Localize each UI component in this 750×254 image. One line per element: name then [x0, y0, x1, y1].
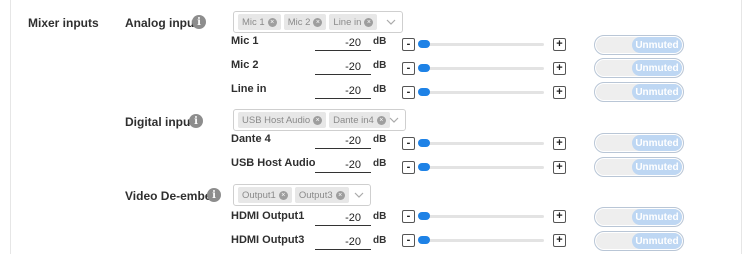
chevron-down-icon[interactable]	[389, 115, 399, 125]
remove-icon[interactable]: ×	[313, 115, 323, 125]
increase-button[interactable]: +	[553, 38, 566, 51]
decrease-button[interactable]: -	[402, 161, 415, 174]
mute-toggle-mic-1[interactable]: Unmuted	[594, 35, 684, 55]
chip-label: Output3	[298, 189, 333, 201]
chip-label: Mic 1	[242, 16, 265, 28]
decrease-button[interactable]: -	[402, 210, 415, 223]
mute-toggle-line-in[interactable]: Unmuted	[594, 82, 684, 102]
gain-input-hdmi-output1[interactable]	[315, 210, 371, 226]
unit-label: dB	[373, 84, 387, 95]
gain-slider-dante-4[interactable]	[420, 142, 544, 145]
remove-icon[interactable]: ×	[313, 17, 323, 27]
gain-slider-usb-host-audio[interactable]	[420, 166, 544, 169]
decrease-button[interactable]: -	[402, 38, 415, 51]
toggle-state-label: Unmuted	[632, 60, 682, 76]
unit-label: dB	[373, 235, 387, 246]
chip-output3: Output3 ×	[294, 187, 349, 203]
increase-button[interactable]: +	[553, 62, 566, 75]
mute-toggle-hdmi-output1[interactable]: Unmuted	[594, 207, 684, 227]
remove-icon[interactable]: ×	[278, 190, 288, 200]
chip-mic-2: Mic 2 ×	[283, 14, 327, 30]
mute-toggle-mic-2[interactable]: Unmuted	[594, 58, 684, 78]
analog-input-select[interactable]: Mic 1 × Mic 2 × Line in ×	[233, 11, 403, 33]
gain-input-hdmi-output3[interactable]	[315, 234, 371, 250]
chip-label: Line in	[333, 16, 362, 28]
unit-label: dB	[373, 60, 387, 71]
chip-mic-1: Mic 1 ×	[238, 14, 281, 30]
video-de-embed-select[interactable]: Output1 × Output3 ×	[233, 184, 371, 206]
toggle-state-label: Unmuted	[632, 159, 682, 175]
decrease-button[interactable]: -	[402, 62, 415, 75]
chevron-down-icon[interactable]	[386, 17, 396, 27]
gain-input-dante-4[interactable]	[315, 133, 371, 149]
slider-thumb[interactable]	[418, 40, 430, 48]
unit-label: dB	[373, 36, 387, 47]
toggle-state-label: Unmuted	[632, 84, 682, 100]
slider-thumb[interactable]	[418, 88, 430, 96]
gain-input-line-in[interactable]	[315, 83, 371, 99]
chip-usb-host-audio: USB Host Audio ×	[238, 112, 327, 128]
slider-thumb[interactable]	[418, 64, 430, 72]
remove-icon[interactable]: ×	[364, 17, 374, 27]
remove-icon[interactable]: ×	[267, 17, 277, 27]
channel-name-hdmi-output1: HDMI Output1	[231, 210, 305, 222]
toggle-state-label: Unmuted	[632, 233, 682, 249]
mute-toggle-hdmi-output3[interactable]: Unmuted	[594, 231, 684, 251]
chip-label: Dante in4	[333, 114, 374, 126]
chip-dante-in4: Dante in4 ×	[329, 112, 390, 128]
unit-label: dB	[373, 158, 387, 169]
info-icon[interactable]: i	[192, 15, 206, 29]
slider-thumb[interactable]	[418, 139, 430, 147]
remove-icon[interactable]: ×	[335, 190, 345, 200]
increase-button[interactable]: +	[553, 137, 566, 150]
unit-label: dB	[373, 134, 387, 145]
chip-label: USB Host Audio	[242, 114, 311, 126]
gain-slider-line-in[interactable]	[420, 91, 544, 94]
decrease-button[interactable]: -	[402, 234, 415, 247]
gain-slider-hdmi-output3[interactable]	[420, 239, 544, 242]
gain-slider-mic-2[interactable]	[420, 67, 544, 70]
chip-line-in: Line in ×	[329, 14, 378, 30]
decrease-button[interactable]: -	[402, 86, 415, 99]
increase-button[interactable]: +	[553, 210, 566, 223]
toggle-state-label: Unmuted	[632, 135, 682, 151]
channel-name-usb-host-audio: USB Host Audio	[231, 157, 316, 169]
slider-thumb[interactable]	[418, 236, 430, 244]
slider-thumb[interactable]	[418, 163, 430, 171]
mute-toggle-usb-host-audio[interactable]: Unmuted	[594, 157, 684, 177]
group-label-analog: Analog input	[125, 16, 199, 30]
gain-input-mic-1[interactable]	[315, 35, 371, 51]
remove-icon[interactable]: ×	[376, 115, 386, 125]
gain-slider-mic-1[interactable]	[420, 43, 544, 46]
info-icon[interactable]: i	[189, 114, 203, 128]
group-label-digital: Digital input	[125, 115, 195, 129]
channel-name-mic-2: Mic 2	[231, 59, 259, 71]
chip-label: Output1	[242, 189, 276, 201]
chip-output1: Output1 ×	[238, 187, 292, 203]
gain-input-mic-2[interactable]	[315, 59, 371, 75]
increase-button[interactable]: +	[553, 234, 566, 247]
chevron-down-icon[interactable]	[354, 190, 364, 200]
slider-thumb[interactable]	[418, 212, 430, 220]
channel-name-hdmi-output3: HDMI Output3	[231, 234, 305, 246]
toggle-state-label: Unmuted	[632, 37, 682, 53]
group-label-video-de-embed: Video De-embed	[125, 189, 219, 203]
section-title: Mixer inputs	[28, 16, 99, 30]
channel-name-dante-4: Dante 4	[231, 133, 271, 145]
increase-button[interactable]: +	[553, 161, 566, 174]
chip-label: Mic 2	[287, 16, 311, 28]
gain-slider-hdmi-output1[interactable]	[420, 215, 544, 218]
decrease-button[interactable]: -	[402, 137, 415, 150]
channel-name-mic-1: Mic 1	[231, 35, 259, 47]
digital-input-select[interactable]: USB Host Audio × Dante in4 ×	[233, 109, 406, 131]
unit-label: dB	[373, 211, 387, 222]
toggle-state-label: Unmuted	[632, 209, 682, 225]
info-icon[interactable]: i	[207, 188, 221, 202]
increase-button[interactable]: +	[553, 86, 566, 99]
gain-input-usb-host-audio[interactable]	[315, 157, 371, 173]
mute-toggle-dante-4[interactable]: Unmuted	[594, 133, 684, 153]
channel-name-line-in: Line in	[231, 83, 267, 95]
